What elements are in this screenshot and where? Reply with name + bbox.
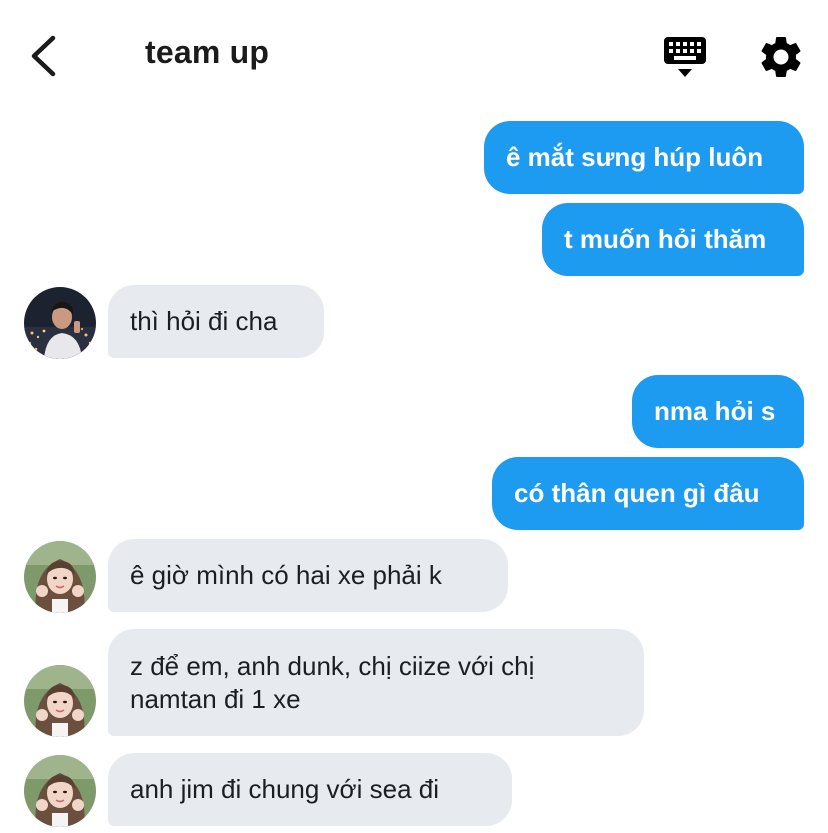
avatar[interactable]	[24, 755, 96, 827]
message-text: z để em, anh dunk, chị ciize với chị nam…	[130, 650, 535, 714]
avatar-photo	[24, 541, 96, 613]
avatar[interactable]	[24, 541, 96, 613]
message-text: ê giờ mình có hai xe phải k	[130, 560, 442, 590]
avatar-photo	[24, 755, 96, 827]
avatar-photo	[24, 287, 96, 359]
message-text: thì hỏi đi cha	[130, 306, 278, 336]
avatar[interactable]	[24, 665, 96, 737]
message-text: nma hỏi s	[654, 396, 776, 426]
outgoing-message-bubble[interactable]: t muốn hỏi thăm	[542, 203, 804, 276]
message-text: anh jim đi chung với sea đi	[130, 774, 439, 804]
avatar[interactable]	[24, 287, 96, 359]
message-text: có thân quen gì đâu	[514, 478, 760, 508]
incoming-message-bubble[interactable]: ê giờ mình có hai xe phải k	[108, 539, 508, 612]
incoming-message-bubble[interactable]: z để em, anh dunk, chị ciize với chị nam…	[108, 629, 644, 736]
outgoing-message-bubble[interactable]: có thân quen gì đâu	[492, 457, 804, 530]
outgoing-message-bubble[interactable]: nma hỏi s	[632, 375, 804, 448]
message-text: ê mắt sưng húp luôn	[506, 142, 764, 172]
outgoing-message-bubble[interactable]: ê mắt sưng húp luôn	[484, 121, 804, 194]
avatar-photo	[24, 665, 96, 737]
message-list: ê mắt sưng húp luôn t muốn hỏi thăm thì …	[0, 0, 828, 833]
incoming-message-bubble[interactable]: anh jim đi chung với sea đi	[108, 753, 512, 826]
incoming-message-bubble[interactable]: thì hỏi đi cha	[108, 285, 324, 358]
message-text: t muốn hỏi thăm	[564, 224, 767, 254]
